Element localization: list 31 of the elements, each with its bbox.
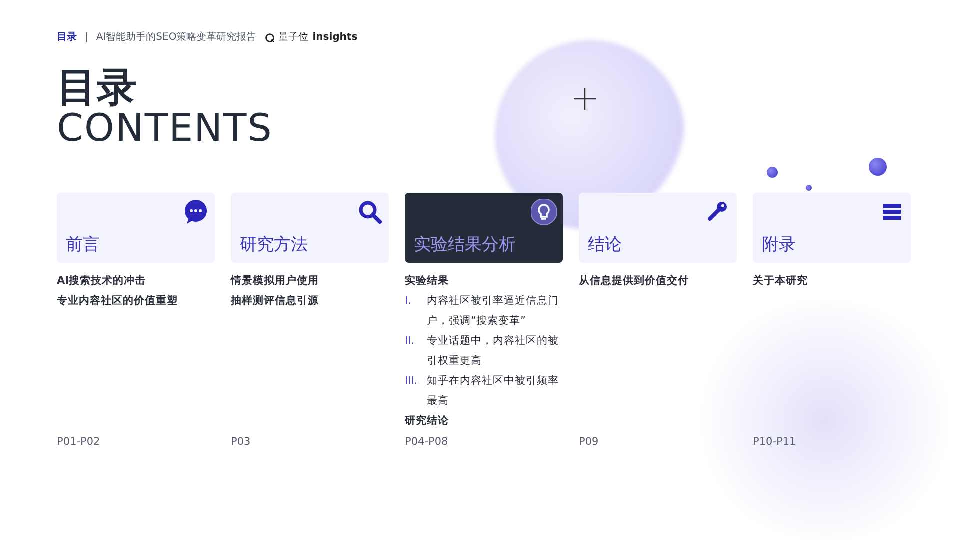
section-title: 实验结果分析	[414, 234, 516, 258]
section-title: 研究方法	[240, 234, 308, 258]
section-title: 附录	[762, 234, 796, 258]
page-range: P10-P11	[753, 434, 798, 450]
topic-heading: 专业内容社区的价值重塑	[57, 294, 179, 309]
topic-item: 专业话题中，内容社区的被引权重更高	[427, 334, 560, 369]
page-range: P03	[231, 434, 252, 450]
page-range: P01-P02	[57, 434, 102, 450]
list-marker: I.	[405, 294, 412, 309]
topic-heading: AI搜索技术的冲击	[57, 274, 148, 289]
page-range: P04-P08	[405, 434, 450, 450]
separator: |	[85, 31, 88, 45]
page-range: P09	[579, 434, 600, 450]
page-title: 目录	[57, 67, 137, 109]
logo-text: 量子位	[278, 31, 309, 45]
topic-heading: 实验结果	[405, 274, 450, 289]
topic-heading: 关于本研究	[753, 274, 809, 289]
topic-item: 知乎在内容社区中被引频率最高	[427, 374, 560, 409]
topic-item: 内容社区被引率逼近信息门户，强调“搜索变革”	[427, 294, 560, 329]
section-title: 结论	[588, 234, 622, 258]
topic-heading: 情景模拟用户使用	[231, 274, 320, 289]
list-marker: III.	[405, 374, 419, 389]
report-title: AI智能助手的SEO策略变革研究报告	[96, 30, 257, 45]
section-title: 前言	[66, 234, 100, 258]
topic-heading: 从信息提供到价值交付	[579, 274, 690, 289]
list-marker: II.	[405, 334, 416, 349]
logo-suffix: insights	[312, 31, 358, 45]
section-label: 目录	[57, 30, 77, 45]
topic-heading: 抽样测评信息引源	[231, 294, 320, 309]
topic-heading: 研究结论	[405, 414, 450, 429]
page-subtitle: CONTENTS	[57, 109, 273, 149]
